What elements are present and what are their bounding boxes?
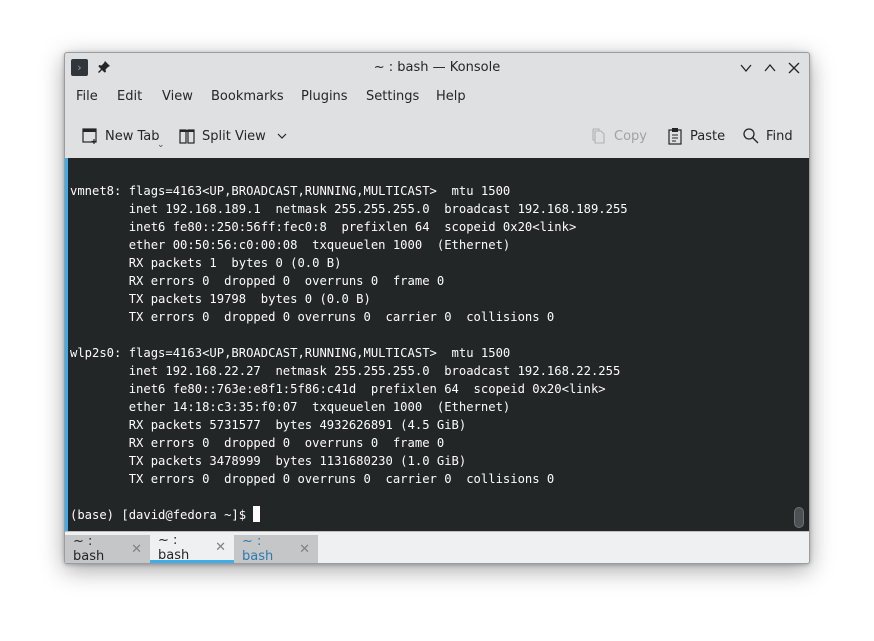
split-view-icon xyxy=(179,129,195,144)
close-tab-icon[interactable]: ✕ xyxy=(299,542,310,557)
split-view-label: Split View xyxy=(202,128,266,144)
new-tab-icon xyxy=(82,128,97,144)
terminal-line: ether 00:50:56:c0:00:08 txqueuelen 1000 … xyxy=(128,238,511,252)
terminal-view[interactable]: vmnet8: flags=4163<UP,BROADCAST,RUNNING,… xyxy=(65,158,809,531)
terminal-line: inet 192.168.189.1 netmask 255.255.255.0… xyxy=(128,202,628,216)
terminal-line: TX errors 0 dropped 0 overruns 0 carrier… xyxy=(128,310,555,324)
menu-bar: File Edit View Bookmarks Plugins Setting… xyxy=(65,85,809,111)
terminal-line: TX packets 19798 bytes 0 (0.0 B) xyxy=(128,292,371,306)
close-tab-icon[interactable]: ✕ xyxy=(215,540,226,555)
tab-3[interactable]: ~ : bash ✕ xyxy=(234,534,318,564)
close-icon xyxy=(788,62,800,74)
terminal-line: RX errors 0 dropped 0 overruns 0 frame 0 xyxy=(128,436,445,450)
menu-help[interactable]: Help xyxy=(434,89,468,104)
minimize-icon xyxy=(740,64,752,73)
scrollbar-thumb[interactable] xyxy=(794,507,804,528)
tab-2[interactable]: ~ : bash ✕ xyxy=(150,532,234,563)
chevron-down-icon xyxy=(277,133,287,139)
paste-label: Paste xyxy=(690,128,726,144)
new-tab-button[interactable]: New Tab ⌄ xyxy=(81,119,165,153)
toolbar: New Tab ⌄ Split View Copy Paste Find xyxy=(65,119,809,155)
copy-button[interactable]: Copy xyxy=(590,119,647,153)
terminal-line: inet 192.168.22.27 netmask 255.255.255.0… xyxy=(128,364,621,378)
terminal-line: RX packets 1 bytes 0 (0.0 B) xyxy=(128,256,342,270)
copy-label: Copy xyxy=(614,128,647,144)
paste-icon xyxy=(668,128,682,145)
find-button[interactable]: Find xyxy=(742,119,793,153)
close-tab-icon[interactable]: ✕ xyxy=(131,542,142,557)
terminal-line: TX packets 3478999 bytes 1131680230 (1.0… xyxy=(128,454,467,468)
terminal-line: RX packets 5731577 bytes 4932626891 (4.5… xyxy=(128,418,467,432)
tab-bar: ~ : bash ✕ ~ : bash ✕ ~ : bash ✕ xyxy=(65,531,809,564)
title-bar[interactable]: › ~ : bash — Konsole xyxy=(65,53,809,83)
terminal-line: wlp2s0: flags=4163<UP,BROADCAST,RUNNING,… xyxy=(70,346,511,360)
paste-button[interactable]: Paste xyxy=(666,119,725,153)
terminal-line: ether 14:18:c3:35:f0:07 txqueuelen 1000 … xyxy=(128,400,511,414)
copy-icon xyxy=(592,128,605,144)
tab-1[interactable]: ~ : bash ✕ xyxy=(65,534,150,564)
menu-edit[interactable]: Edit xyxy=(115,89,144,104)
menu-view[interactable]: View xyxy=(160,89,195,104)
search-icon xyxy=(743,128,759,144)
tab-label: ~ : bash xyxy=(242,534,274,564)
maximize-button[interactable] xyxy=(762,60,778,76)
tab-label: ~ : bash xyxy=(158,532,190,563)
terminal-line: inet6 fe80::763e:e8f1:5f86:c41d prefixle… xyxy=(128,382,606,396)
terminal-line: inet6 fe80::250:56ff:fec0:8 prefixlen 64… xyxy=(128,220,577,234)
text-cursor xyxy=(253,506,261,522)
window-title: ~ : bash — Konsole xyxy=(373,60,501,75)
minimize-button[interactable] xyxy=(738,60,754,76)
menu-file[interactable]: File xyxy=(74,89,100,104)
menu-bookmarks[interactable]: Bookmarks xyxy=(209,89,286,104)
menu-settings[interactable]: Settings xyxy=(364,89,421,104)
terminal-line: TX errors 0 dropped 0 overruns 0 carrier… xyxy=(128,472,555,486)
terminal-lines: vmnet8: flags=4163<UP,BROADCAST,RUNNING,… xyxy=(70,184,628,486)
shell-prompt: (base) [david@fedora ~]$ xyxy=(70,508,254,522)
konsole-window: › ~ : bash — Konsole File Edit View Book… xyxy=(64,52,810,564)
terminal-output: vmnet8: flags=4163<UP,BROADCAST,RUNNING,… xyxy=(70,182,628,524)
new-tab-dropdown-icon[interactable]: ⌄ xyxy=(157,140,165,150)
maximize-icon xyxy=(764,63,776,72)
find-label: Find xyxy=(766,128,793,144)
terminal-line: RX errors 0 dropped 0 overruns 0 frame 0 xyxy=(128,274,445,288)
tab-label: ~ : bash xyxy=(73,534,105,564)
new-tab-label: New Tab xyxy=(105,128,160,144)
terminal-line: vmnet8: flags=4163<UP,BROADCAST,RUNNING,… xyxy=(70,184,511,198)
menu-plugins[interactable]: Plugins xyxy=(299,89,350,104)
close-button[interactable] xyxy=(786,60,802,76)
split-view-button[interactable]: Split View xyxy=(178,119,294,153)
